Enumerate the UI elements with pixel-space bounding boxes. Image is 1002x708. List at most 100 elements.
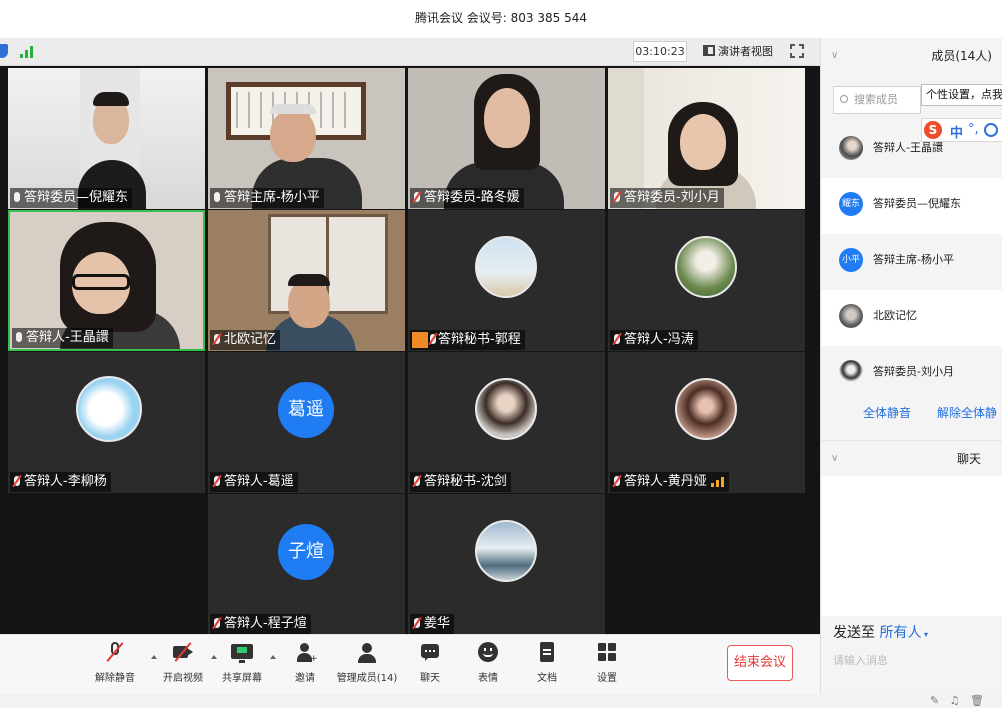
dropdown-caret-icon[interactable]: ▾ (921, 630, 928, 639)
participant-label: 姜华 (410, 614, 455, 634)
speaker-view-label: 演讲者视图 (718, 45, 773, 58)
mic-on-icon (214, 192, 220, 202)
search-icon (840, 95, 848, 103)
send-to-target[interactable]: 所有人 (879, 625, 921, 641)
participant-label: 答辩人-程子煊 (210, 614, 311, 634)
settings-button[interactable]: 设置 (572, 641, 642, 684)
member-avatar (839, 136, 863, 160)
participant-label: 答辩秘书-沈剑 (410, 472, 511, 492)
video-off-icon (172, 641, 194, 663)
video-tile[interactable]: 答辩委员-刘小月 (608, 68, 805, 209)
member-name: 答辩主席-杨小平 (873, 253, 954, 266)
participant-label: 答辩主席-杨小平 (210, 188, 324, 208)
share-screen-label: 共享屏幕 (222, 673, 262, 684)
mic-muted-icon (614, 192, 620, 202)
brush-icon[interactable]: ✎ (930, 694, 939, 707)
participant-label: 北欧记忆 (210, 330, 281, 350)
send-to-label: 发送至 (833, 625, 875, 641)
participant-avatar: 子煊 (278, 524, 334, 580)
speaking-level-icon (710, 477, 725, 487)
video-tile[interactable]: 答辩人-王晶譞 (8, 210, 205, 351)
status-icons: ✎ ♫ 🗑 (930, 694, 984, 707)
members-header: ∨ 成员(14人) (821, 38, 1002, 74)
member-avatar: 耀东 (839, 192, 863, 216)
mic-muted-icon (14, 476, 20, 486)
collapse-chevron-icon[interactable]: ∨ (831, 38, 838, 74)
unmute-all-button[interactable]: 解除全体静 (937, 404, 997, 421)
meeting-topbar: 03:10:23 演讲者视图 (0, 38, 820, 66)
mic-muted-icon (214, 476, 220, 486)
network-signal-icon[interactable] (20, 46, 34, 58)
mute-icon[interactable]: ♫ (950, 694, 960, 707)
participant-name: 答辩人-冯涛 (624, 332, 694, 347)
end-meeting-button[interactable]: 结束会议 (727, 645, 793, 681)
avatar-tile[interactable]: 答辩秘书-沈剑 (408, 352, 605, 493)
participant-name: 答辩委员-刘小月 (624, 190, 720, 205)
status-bar: ✎ ♫ 🗑 (0, 694, 1002, 708)
chat-input[interactable]: 请输入消息 (833, 652, 888, 668)
video-tile[interactable]: 答辩委员-路冬媛 (408, 68, 605, 209)
member-avatar: 小平 (839, 248, 863, 272)
personalization-tooltip: 个性设置，点我 (921, 84, 1002, 106)
participant-label: 答辩人-冯涛 (610, 330, 698, 350)
video-grid: 答辩委员—倪耀东 答辩主席-杨小平 答辩委员-路冬媛 答辩委员-刘小月 答辩人-… (0, 66, 820, 635)
member-search-input[interactable]: 搜索成员 (833, 86, 921, 114)
avatar-tile[interactable]: 答辩人-李柳杨 (8, 352, 205, 493)
participant-name: 答辩人-葛遥 (224, 474, 294, 489)
participant-name: 答辩秘书-郭程 (438, 332, 521, 347)
mic-on-icon (14, 192, 20, 202)
chat-icon (419, 641, 441, 663)
members-panel: ∨ 成员(14人) 搜索成员 个性设置，点我 S 中 °, 答辩人-王晶譞 耀东… (820, 38, 1002, 694)
member-row[interactable]: 小平 答辩主席-杨小平 (821, 234, 1002, 290)
document-icon (536, 641, 558, 663)
members-title: 成员(14人) (931, 49, 992, 63)
video-tile[interactable]: 答辩委员—倪耀东 (8, 68, 205, 209)
meeting-toolbar: 解除静音 开启视频 共享屏幕 + 邀请 管理成员(14) 聊天 表情 文档 设置… (0, 634, 820, 694)
avatar-tile[interactable]: 答辩人-黄丹娅 (608, 352, 805, 493)
participant-label: 答辩委员-路冬媛 (410, 188, 524, 208)
unmute-label: 解除静音 (95, 673, 135, 684)
participant-label: 答辩人-李柳杨 (10, 472, 111, 492)
participant-avatar (475, 378, 537, 440)
participant-avatar (675, 236, 737, 298)
invite-button[interactable]: + 邀请 (270, 641, 340, 684)
send-to-selector[interactable]: 发送至 所有人 ▾ (833, 622, 928, 642)
video-tile[interactable]: 北欧记忆 (208, 210, 405, 351)
member-row[interactable]: 答辩人-王晶譞 (821, 122, 1002, 178)
video-tile[interactable]: 答辩主席-杨小平 (208, 68, 405, 209)
grid-settings-icon (596, 641, 618, 663)
participant-avatar (675, 378, 737, 440)
chat-messages (821, 476, 1002, 616)
member-row[interactable]: 北欧记忆 (821, 290, 1002, 346)
member-row[interactable]: 耀东 答辩委员—倪耀东 (821, 178, 1002, 234)
security-shield-icon[interactable] (0, 44, 8, 58)
avatar-tile[interactable]: 答辩秘书-郭程 (408, 210, 605, 351)
collapse-chevron-icon[interactable]: ∨ (831, 441, 838, 477)
avatar-tile[interactable]: 子煊 答辩人-程子煊 (208, 494, 405, 635)
participant-name: 答辩人-王晶譞 (26, 330, 109, 345)
unmute-button[interactable]: 解除静音 (80, 641, 150, 684)
participant-name: 答辩人-程子煊 (224, 616, 307, 631)
participant-name: 答辩委员-路冬媛 (424, 190, 520, 205)
speaker-view-button[interactable]: 演讲者视图 (703, 42, 773, 62)
invite-label: 邀请 (295, 673, 315, 684)
mute-all-button[interactable]: 全体静音 (863, 404, 911, 421)
participant-avatar (76, 376, 142, 442)
member-avatar (839, 304, 863, 328)
participant-name: 答辩委员—倪耀东 (24, 190, 129, 205)
fullscreen-icon[interactable] (790, 44, 804, 58)
delete-icon[interactable]: 🗑 (970, 694, 984, 707)
window-title: 腾讯会议 会议号: 803 385 544 (0, 0, 1002, 38)
mic-muted-icon (430, 334, 436, 344)
manage-members-button[interactable]: 管理成员(14) (332, 641, 402, 684)
avatar-tile[interactable]: 姜华 (408, 494, 605, 635)
avatar-tile[interactable]: 葛遥 答辩人-葛遥 (208, 352, 405, 493)
participant-label: 答辩人-葛遥 (210, 472, 298, 492)
mic-muted-icon (614, 476, 620, 486)
participant-avatar: 葛遥 (278, 382, 334, 438)
share-screen-button[interactable]: 共享屏幕 (207, 641, 277, 684)
mic-muted-icon (214, 334, 220, 344)
avatar-tile[interactable]: 答辩人-冯涛 (608, 210, 805, 351)
mute-controls: 全体静音 解除全体静 (821, 378, 1002, 438)
share-screen-icon (231, 641, 253, 663)
